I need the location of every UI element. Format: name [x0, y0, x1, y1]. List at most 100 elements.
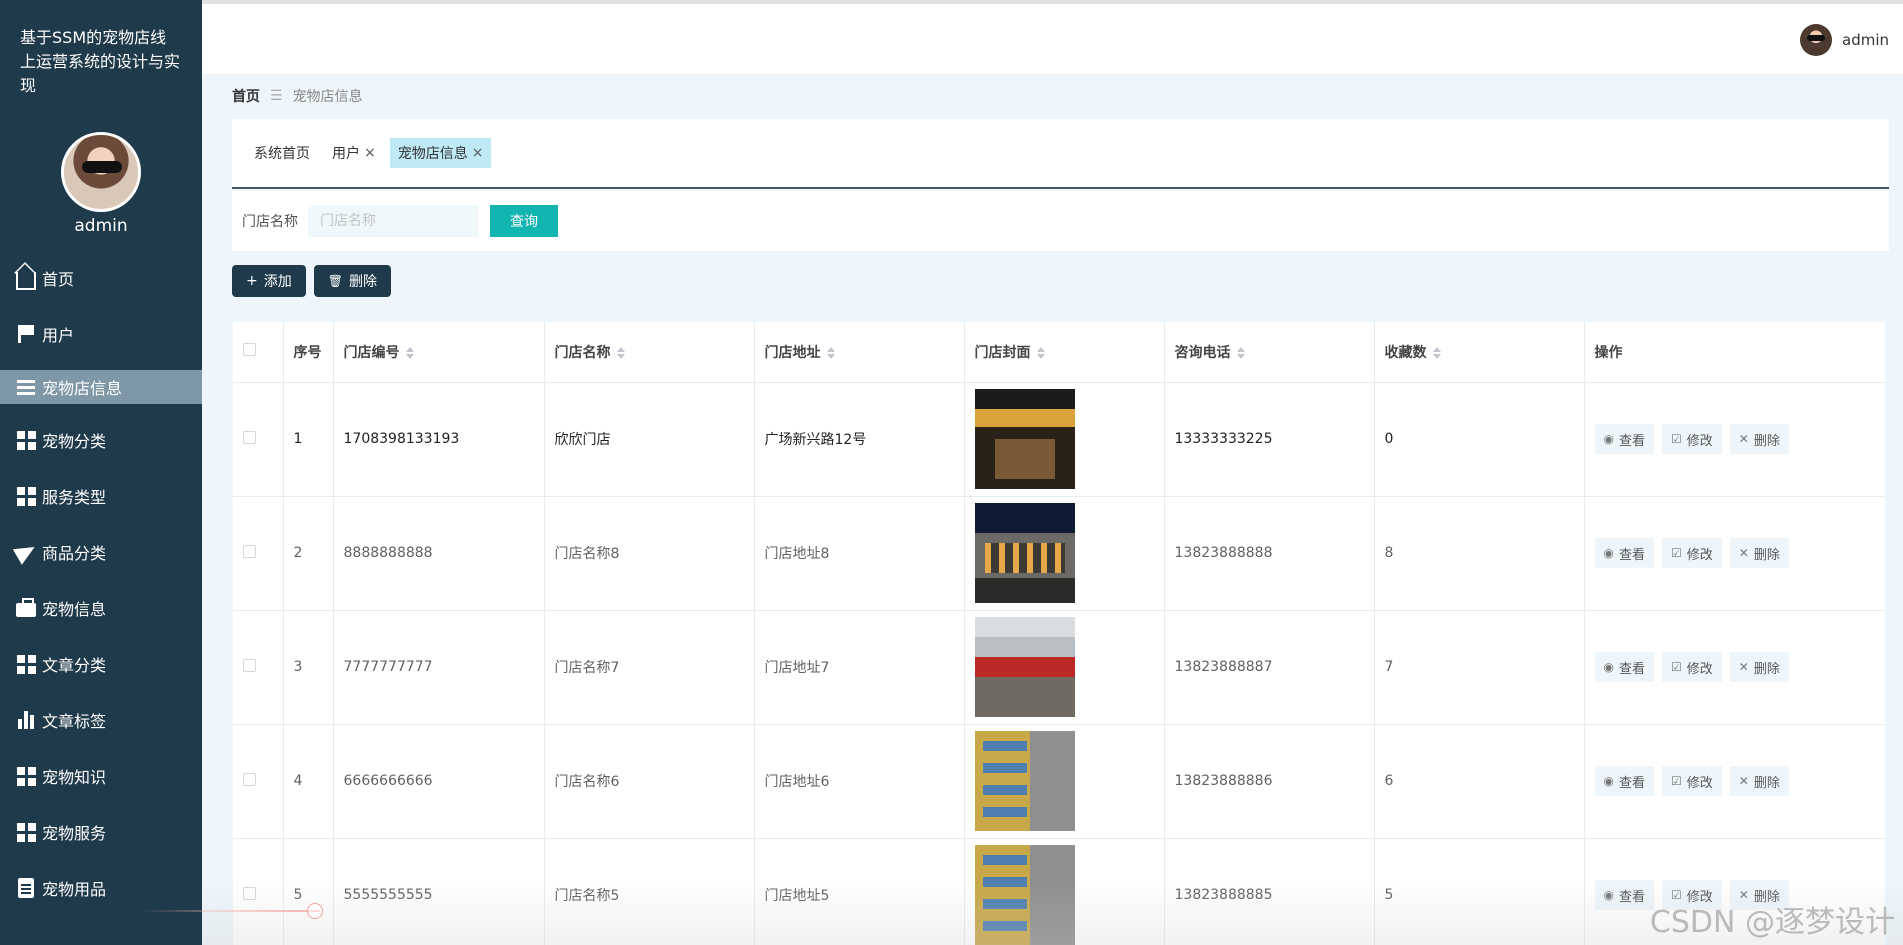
row-select-cell	[233, 610, 284, 725]
column-header[interactable]: 门店封面	[964, 322, 1165, 383]
sidebar-item-label: 宠物店信息	[42, 379, 123, 398]
store-cover-image[interactable]	[974, 731, 1075, 831]
cell-store-code: 8888888888	[333, 496, 545, 611]
cell-phone: 13333333225	[1164, 382, 1375, 497]
cell-store-code: 5555555555	[333, 838, 545, 945]
delete-button[interactable]: 🗑 删除	[313, 265, 391, 297]
sidebar-item-pet-category[interactable]: 宠物分类	[0, 412, 202, 468]
edit-button[interactable]: ☑ 修改	[1662, 652, 1722, 682]
delete-button-label: 删除	[1753, 661, 1780, 677]
user-menu[interactable]: admin	[1800, 24, 1889, 56]
edit-button[interactable]: ☑ 修改	[1662, 538, 1722, 568]
progress-handle[interactable]	[307, 903, 323, 919]
column-header-label: 门店编号	[343, 344, 400, 361]
cell-store-cover	[964, 838, 1165, 945]
edit-icon: ☑	[1671, 432, 1682, 446]
sidebar-item-label: 宠物用品	[42, 880, 107, 899]
sort-icon[interactable]	[826, 346, 835, 359]
grid-icon	[14, 652, 38, 676]
delete-row-button[interactable]: ✕ 删除	[1729, 766, 1789, 796]
view-button[interactable]: ◉ 查看	[1594, 424, 1654, 454]
delete-row-button[interactable]: ✕ 删除	[1729, 652, 1789, 682]
view-button[interactable]: ◉ 查看	[1594, 880, 1654, 910]
column-header[interactable]: 收藏数	[1374, 322, 1585, 383]
row-checkbox[interactable]	[243, 772, 256, 786]
tab-label: 宠物店信息	[397, 146, 468, 162]
column-header[interactable]: 门店名称	[544, 322, 755, 383]
cell-favorites: 7	[1374, 610, 1585, 725]
row-checkbox[interactable]	[243, 544, 256, 558]
tab-users[interactable]: 用户 ×	[324, 138, 384, 168]
column-header[interactable]: 咨询电话	[1164, 322, 1375, 383]
select-all-checkbox[interactable]	[243, 343, 256, 357]
row-select-cell	[233, 496, 284, 611]
tab-pet-store-info[interactable]: 宠物店信息 ×	[389, 138, 492, 168]
sidebar-item-pet-info[interactable]: 宠物信息	[0, 580, 202, 636]
sidebar-item-service-type[interactable]: 服务类型	[0, 468, 202, 524]
delete-row-button[interactable]: ✕ 删除	[1729, 424, 1789, 454]
send-icon	[12, 539, 40, 565]
trash-icon: 🗑	[327, 274, 343, 288]
delete-row-button[interactable]: ✕ 删除	[1729, 538, 1789, 568]
view-button[interactable]: ◉ 查看	[1594, 652, 1654, 682]
row-checkbox[interactable]	[243, 658, 256, 672]
column-header-label: 门店名称	[554, 344, 611, 361]
tab-system-home[interactable]: 系统首页	[246, 138, 318, 168]
edit-icon: ☑	[1671, 774, 1682, 788]
sidebar-item-label: 宠物分类	[42, 432, 107, 451]
column-header[interactable]: 门店地址	[754, 322, 965, 383]
sort-icon[interactable]	[616, 346, 625, 359]
sort-icon[interactable]	[1036, 346, 1045, 359]
sidebar-menu: 首页 用户 宠物店信息 宠物分类 服务类型 商品分类 宠物信息 文章分类 文章标…	[0, 250, 202, 916]
sidebar-item-pet-knowledge[interactable]: 宠物知识	[0, 748, 202, 804]
grid-icon	[14, 484, 38, 508]
view-button[interactable]: ◉ 查看	[1594, 538, 1654, 568]
tab-label: 用户	[332, 146, 360, 162]
sidebar-item-article-category[interactable]: 文章分类	[0, 636, 202, 692]
sidebar-item-pet-store-info[interactable]: 宠物店信息	[0, 370, 202, 404]
sidebar-item-product-category[interactable]: 商品分类	[0, 524, 202, 580]
close-icon[interactable]: ×	[364, 145, 376, 161]
view-button[interactable]: ◉ 查看	[1594, 766, 1654, 796]
sidebar-item-pet-supplies[interactable]: 宠物用品	[0, 860, 202, 916]
sort-icon[interactable]	[405, 346, 414, 359]
cell-actions: ◉ 查看 ☑ 修改 ✕ 删除	[1584, 724, 1885, 839]
sort-icon[interactable]	[1432, 346, 1441, 359]
close-icon[interactable]: ×	[472, 145, 484, 161]
cell-favorites: 5	[1374, 838, 1585, 945]
store-cover-image[interactable]	[974, 389, 1075, 489]
search-button[interactable]: 查询	[490, 205, 558, 237]
flag-icon	[14, 322, 38, 346]
sidebar-item-pet-service[interactable]: 宠物服务	[0, 804, 202, 860]
sort-icon[interactable]	[1236, 346, 1245, 359]
view-button-label: 查看	[1618, 547, 1645, 563]
grid-icon	[14, 820, 38, 844]
column-header[interactable]: 门店编号	[333, 322, 545, 383]
sidebar-item-article-tag[interactable]: 文章标签	[0, 692, 202, 748]
breadcrumb-home[interactable]: 首页	[232, 86, 260, 106]
edit-button-label: 修改	[1686, 433, 1713, 449]
add-button[interactable]: + 添加	[232, 265, 306, 297]
store-cover-image[interactable]	[974, 503, 1075, 603]
column-header-label: 收藏数	[1384, 344, 1427, 361]
avatar[interactable]	[1800, 24, 1832, 56]
edit-button[interactable]: ☑ 修改	[1662, 766, 1722, 796]
store-cover-image[interactable]	[974, 845, 1075, 945]
store-cover-image[interactable]	[974, 617, 1075, 717]
row-checkbox[interactable]	[243, 430, 256, 444]
cell-index: 2	[283, 496, 334, 611]
breadcrumb-current: 宠物店信息	[292, 89, 363, 105]
edit-button-label: 修改	[1686, 775, 1713, 791]
edit-button[interactable]: ☑ 修改	[1662, 424, 1722, 454]
sidebar-item-label: 宠物服务	[42, 824, 107, 843]
header-username: admin	[1842, 31, 1889, 49]
row-checkbox[interactable]	[243, 886, 256, 900]
sidebar-item-users[interactable]: 用户	[0, 306, 202, 362]
sidebar-item-home[interactable]: 首页	[0, 250, 202, 306]
table-row: 2 8888888888 门店名称8 门店地址8 13823888888 8 ◉ 查看 ☑ 修改 ✕…	[233, 496, 1885, 611]
store-name-input[interactable]	[308, 205, 478, 237]
avatar[interactable]	[61, 132, 141, 212]
eye-icon: ◉	[1603, 546, 1614, 560]
cell-store-cover	[964, 382, 1165, 497]
column-header-label: 咨询电话	[1174, 344, 1231, 361]
